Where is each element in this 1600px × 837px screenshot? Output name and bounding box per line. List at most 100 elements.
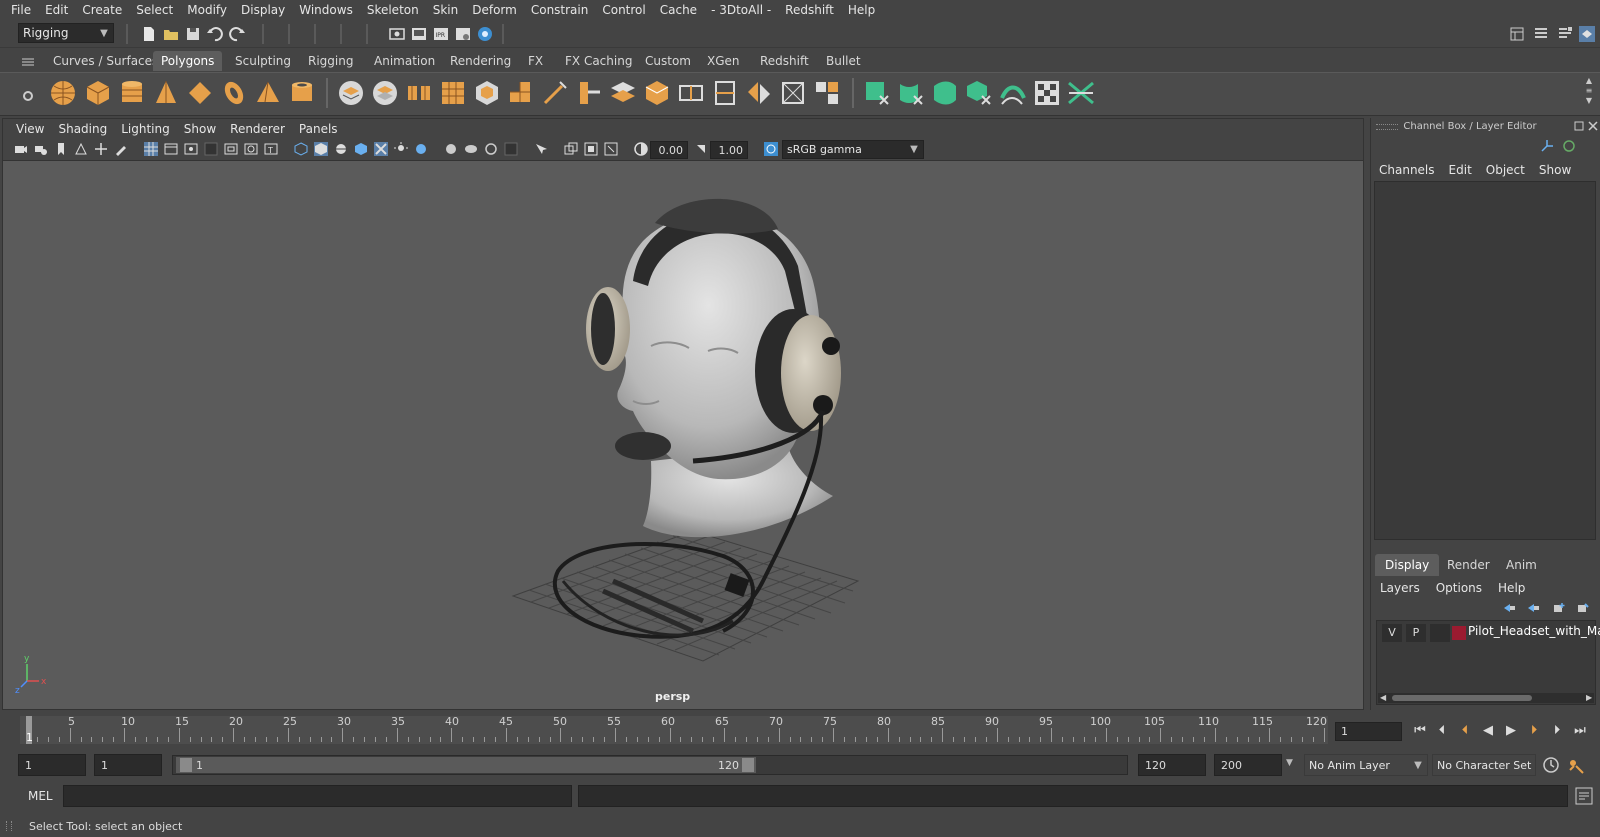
menu-select[interactable]: Select [129,3,180,17]
menu-help[interactable]: Help [841,3,882,17]
range-slider-bar[interactable] [176,757,756,773]
channel-box-list[interactable] [1374,181,1596,540]
camera-icon[interactable] [14,142,28,156]
new-scene-icon[interactable] [140,25,158,43]
play-forward-icon[interactable]: ▶ [1501,722,1521,740]
layer-tab-anim[interactable]: Anim [1496,554,1547,576]
layer-color-swatch[interactable] [1452,626,1466,640]
mirror-icon[interactable] [744,78,774,108]
smooth-icon[interactable] [404,78,434,108]
menu-windows[interactable]: Windows [292,3,360,17]
new-layer-icon[interactable] [1552,602,1566,614]
menu-edit[interactable]: Edit [38,3,75,17]
use-all-lights-icon[interactable] [374,142,388,156]
depth-of-field-icon[interactable] [484,142,498,156]
float-icon[interactable] [1574,121,1584,131]
scrollbar-thumb[interactable] [1392,695,1532,701]
layer-visibility-toggle[interactable]: V [1382,624,1402,642]
tool-settings-icon[interactable] [1556,25,1574,43]
wireframe-on-shaded-icon[interactable] [334,142,348,156]
combine-icon[interactable] [336,78,366,108]
viewport-menu-shading[interactable]: Shading [51,122,114,136]
extrude-icon[interactable] [506,78,536,108]
anim-layer-dropdown[interactable]: No Anim Layer ▼ [1304,754,1428,776]
frame-selected-icon[interactable] [604,142,618,156]
grid-mesh-icon[interactable] [438,78,468,108]
antialiasing-icon[interactable] [464,142,478,156]
camera-attributes-icon[interactable] [34,142,48,156]
shelf-tab-redshift[interactable]: Redshift [752,51,817,71]
cut-uv-icon[interactable] [998,78,1028,108]
new-layer-selected-icon[interactable] [1576,602,1590,614]
edge-loop-icon[interactable] [676,78,706,108]
gamma-field[interactable]: 1.00 [710,141,748,159]
gate-mask-icon[interactable] [204,142,218,156]
menu-icon[interactable] [22,58,34,66]
isolate-select-icon[interactable] [504,142,518,156]
layer-playback-toggle[interactable]: P [1406,624,1426,642]
bevel-icon[interactable] [472,78,502,108]
hypershade-icon[interactable] [476,25,494,43]
go-to-end-icon[interactable]: ⏭ [1570,722,1590,740]
chevron-down-icon[interactable]: ▼ [1286,758,1293,768]
scroll-left-icon[interactable]: ◀ [1380,693,1386,702]
menu-control[interactable]: Control [595,3,652,17]
shelf-tab-curves-surfaces[interactable]: Curves / Surfaces [45,51,166,71]
ipr-render-icon[interactable]: IPR [432,25,450,43]
range-start-handle[interactable] [180,758,192,772]
animation-start-field[interactable]: 1 [18,754,86,776]
playback-start-field[interactable]: 1 [94,754,162,776]
manipulator-icon[interactable] [1562,139,1576,153]
render-frame-icon[interactable] [410,25,428,43]
menu-3dtoall[interactable]: - 3DtoAll - [704,3,778,17]
bookmark-icon[interactable] [54,142,68,156]
poly-torus-icon[interactable] [219,78,249,108]
scroll-right-icon[interactable]: ▶ [1586,693,1592,702]
poly-cube-icon[interactable] [83,78,113,108]
auto-mapping-icon[interactable] [964,78,994,108]
shelf-tab-rendering[interactable]: Rendering [442,51,519,71]
menu-skin[interactable]: Skin [426,3,466,17]
shelf-tab-xgen[interactable]: XGen [699,51,748,71]
workspace-icon[interactable] [1508,25,1526,43]
step-forward-key-icon[interactable]: ⏵ [1524,722,1544,740]
merge-icon[interactable] [608,78,638,108]
shelf-tab-sculpting[interactable]: Sculpting [227,51,299,71]
channel-box-menu-channels[interactable]: Channels [1372,163,1442,177]
animation-prefs-icon[interactable] [1566,756,1586,774]
viewport-3d-view[interactable]: y x z [3,161,1363,709]
viewport-menu-panels[interactable]: Panels [292,122,345,136]
xray-icon[interactable] [534,142,548,156]
move-layer-down-icon[interactable] [1526,602,1540,614]
shelf-tab-fx[interactable]: FX [520,51,551,71]
shadows-icon[interactable] [394,142,408,156]
menu-skeleton[interactable]: Skeleton [360,3,426,17]
menu-deform[interactable]: Deform [465,3,524,17]
channel-box-menu-show[interactable]: Show [1532,163,1578,177]
layer-display-type-toggle[interactable] [1430,624,1450,642]
motion-blur-icon[interactable] [444,142,458,156]
gear-icon[interactable] [22,90,34,102]
layer-menu-layers[interactable]: Layers [1372,581,1428,595]
grid-toggle-icon[interactable] [144,142,158,156]
poly-pipe-icon[interactable] [287,78,317,108]
insert-edge-icon[interactable] [710,78,740,108]
film-gate-icon[interactable] [164,142,178,156]
resolution-gate-icon[interactable] [184,142,198,156]
uv-layout-icon[interactable] [1066,78,1096,108]
menu-file[interactable]: File [4,3,38,17]
menu-cache[interactable]: Cache [653,3,704,17]
channel-box-toggle-icon[interactable] [1578,25,1596,43]
2d-pan-icon[interactable] [94,142,108,156]
shelf-tab-animation[interactable]: Animation [366,51,443,71]
shelf-tab-custom[interactable]: Custom [637,51,699,71]
go-to-start-icon[interactable]: ⏮ [1410,722,1430,740]
separate-icon[interactable] [370,78,400,108]
cylindrical-mapping-icon[interactable] [896,78,926,108]
playback-end-field[interactable]: 120 [1138,754,1206,776]
menu-create[interactable]: Create [75,3,129,17]
range-end-handle[interactable] [742,758,754,772]
menuset-dropdown[interactable]: Rigging ▼ [18,23,114,43]
colorspace-dropdown[interactable]: sRGB gamma ▼ [782,140,924,159]
step-forward-icon[interactable]: ⏵ [1547,722,1567,740]
